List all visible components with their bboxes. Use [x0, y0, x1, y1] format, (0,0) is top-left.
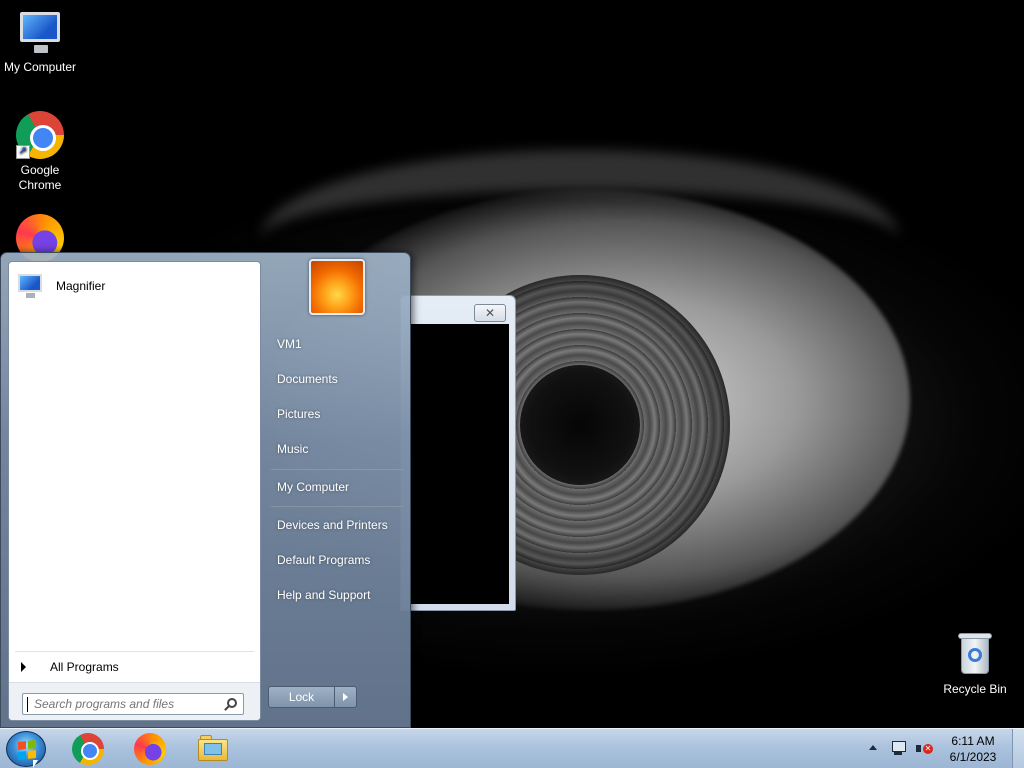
- search-icon[interactable]: [227, 698, 237, 708]
- start-item-help-and-support[interactable]: Help and Support: [269, 582, 405, 608]
- network-icon[interactable]: [890, 741, 906, 757]
- programs-divider: [15, 651, 254, 652]
- taskbar-firefox-button[interactable]: [134, 733, 166, 765]
- triangle-right-icon: [21, 662, 26, 672]
- show-hidden-icons-button[interactable]: [869, 745, 877, 750]
- desktop-icon-label: Recycle Bin: [943, 682, 1007, 696]
- wallpaper-pupil: [520, 365, 640, 485]
- taskbar-explorer-button[interactable]: [196, 733, 230, 763]
- start-item-music[interactable]: Music: [269, 436, 405, 462]
- shortcut-arrow-icon: ↗: [16, 145, 30, 159]
- shutdown-options-button[interactable]: [335, 686, 357, 708]
- mouse-cursor-icon: [33, 760, 38, 768]
- program-item-magnifier[interactable]: Magnifier: [12, 268, 257, 304]
- start-item-default-programs[interactable]: Default Programs: [269, 547, 405, 573]
- magnifier-icon: [16, 272, 46, 300]
- start-item-vm1[interactable]: VM1: [269, 331, 405, 357]
- desktop-icon-label: My Computer: [3, 60, 77, 74]
- show-desktop-button[interactable]: [1012, 729, 1024, 768]
- program-item-label: Magnifier: [56, 279, 106, 293]
- start-menu-places-pane: VM1 Documents Pictures Music My Computer…: [263, 253, 412, 729]
- desktop-icon-label: Google Chrome: [18, 163, 62, 192]
- start-button[interactable]: [6, 731, 46, 767]
- lock-button[interactable]: Lock: [268, 686, 335, 708]
- start-item-my-computer[interactable]: My Computer: [269, 474, 405, 500]
- desktop-icon-google-chrome[interactable]: ↗ Google Chrome: [0, 111, 80, 193]
- taskbar: 6:11 AM 6/1/2023: [0, 728, 1024, 768]
- windows-logo-icon: [18, 740, 36, 760]
- start-menu: Magnifier All Programs VM1 Documents Pic…: [0, 252, 411, 728]
- clock-date: 6/1/2023: [949, 750, 997, 764]
- search-box[interactable]: [22, 693, 244, 715]
- start-menu-programs-pane: Magnifier All Programs: [8, 261, 261, 721]
- places-divider: [271, 506, 403, 507]
- computer-icon: [16, 8, 64, 56]
- system-clock[interactable]: 6:11 AM 6/1/2023: [940, 733, 1006, 765]
- places-divider: [271, 469, 403, 470]
- volume-muted-icon[interactable]: [915, 741, 933, 757]
- taskbar-chrome-button[interactable]: [72, 733, 104, 765]
- start-item-documents[interactable]: Documents: [269, 366, 405, 392]
- chrome-icon: ↗: [16, 111, 64, 159]
- window-close-button[interactable]: ✕: [474, 304, 506, 322]
- all-programs-button[interactable]: All Programs: [17, 656, 254, 678]
- search-input[interactable]: [27, 696, 217, 712]
- all-programs-label: All Programs: [50, 660, 119, 674]
- recycle-bin-icon: [951, 630, 999, 678]
- desktop-icon-recycle-bin[interactable]: Recycle Bin: [935, 630, 1015, 697]
- clock-time: 6:11 AM: [951, 734, 995, 748]
- background-window[interactable]: ✕: [400, 295, 516, 611]
- search-area: [9, 682, 260, 720]
- desktop-icon-my-computer[interactable]: My Computer: [0, 8, 80, 75]
- folder-doc: [204, 743, 222, 755]
- start-item-pictures[interactable]: Pictures: [269, 401, 405, 427]
- window-content: [411, 324, 509, 604]
- start-item-devices-and-printers[interactable]: Devices and Printers: [269, 512, 405, 538]
- user-account-picture[interactable]: [309, 259, 365, 315]
